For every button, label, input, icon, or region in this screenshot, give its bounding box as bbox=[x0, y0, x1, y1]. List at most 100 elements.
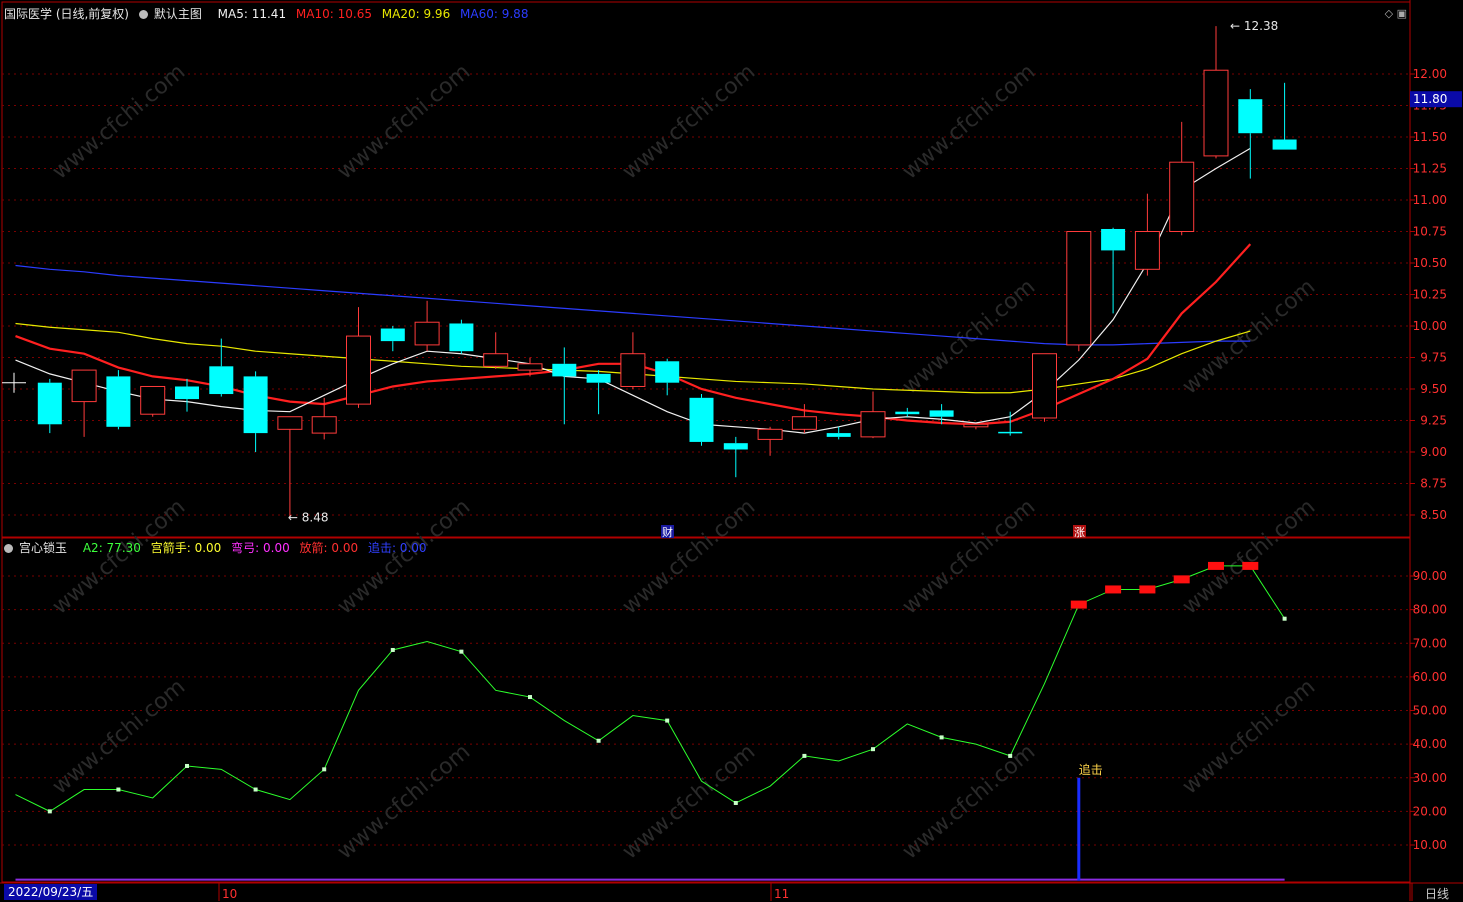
gongjianshou-label: 宫箭手: 0.00 bbox=[150, 541, 222, 555]
ma10-label: MA10: 10.65 bbox=[295, 7, 372, 21]
wangong-label: 弯弓: 0.00 bbox=[231, 541, 290, 555]
candle-body bbox=[791, 416, 817, 430]
candle-body bbox=[1066, 231, 1092, 346]
ma5-label: MA5: 11.41 bbox=[217, 7, 287, 21]
candle-body bbox=[175, 386, 199, 400]
template-label[interactable]: 默认主图 bbox=[138, 7, 208, 21]
candle-body bbox=[655, 361, 680, 383]
price-tick-label: 12.00 bbox=[1413, 67, 1447, 81]
ma5-line bbox=[15, 147, 1251, 434]
main-panel-frame bbox=[1, 1, 1411, 538]
a2-point bbox=[665, 718, 670, 723]
price-tick-label: 8.75 bbox=[1420, 477, 1447, 491]
candle-body bbox=[689, 397, 714, 442]
high-price-label: ← 12.38 bbox=[1230, 19, 1278, 33]
indicator-name[interactable]: 宫心锁玉 bbox=[4, 541, 73, 555]
candle-body bbox=[586, 373, 611, 383]
watermark-text: www.cfchi.com bbox=[333, 494, 475, 619]
indicator-tick-label: 80.00 bbox=[1413, 603, 1447, 617]
chart-toolbar: ◇ ▣ bbox=[1385, 7, 1407, 20]
price-tick-label: 11.50 bbox=[1413, 130, 1447, 144]
ma60-label: MA60: 9.88 bbox=[460, 7, 529, 21]
indicator-tick-label: 30.00 bbox=[1413, 771, 1447, 785]
price-tick-label: 9.00 bbox=[1420, 445, 1447, 459]
a2-point bbox=[47, 809, 52, 814]
low-price-label: ← 8.48 bbox=[288, 511, 329, 525]
candle-body bbox=[895, 411, 920, 415]
template-circle-icon bbox=[138, 10, 148, 19]
price-tick-label: 10.75 bbox=[1413, 225, 1447, 239]
candle-body bbox=[1272, 139, 1297, 150]
price-tick-label: 8.50 bbox=[1420, 508, 1447, 522]
timeframe-label[interactable]: 日线 bbox=[1425, 885, 1449, 902]
cai-marker: 财 bbox=[662, 525, 673, 539]
a2-point bbox=[528, 695, 532, 700]
candle-body bbox=[209, 366, 234, 395]
diamond-icon[interactable]: ◇ bbox=[1385, 7, 1393, 20]
watermark-text: www.cfchi.com bbox=[898, 274, 1040, 399]
candle-body bbox=[380, 328, 405, 342]
zhuiji-label: 追击: 0.00 bbox=[367, 541, 427, 555]
candle-body bbox=[1134, 231, 1160, 270]
fangjian-label: 放箭: 0.00 bbox=[299, 541, 359, 555]
candle-body bbox=[71, 369, 97, 403]
month-label-oct: 10 bbox=[222, 887, 237, 901]
candle-body bbox=[1238, 99, 1263, 134]
a2-point bbox=[390, 647, 395, 652]
candle-body bbox=[757, 428, 783, 440]
indicator-tick-label: 60.00 bbox=[1413, 670, 1447, 684]
indicator-tick-label: 20.00 bbox=[1413, 804, 1447, 818]
price-tick-label: 11.00 bbox=[1413, 193, 1447, 207]
fangjian-block bbox=[1208, 561, 1224, 570]
candle-body bbox=[277, 416, 303, 430]
a2-point bbox=[596, 738, 601, 743]
fangjian-block bbox=[1105, 585, 1122, 594]
candle-body bbox=[860, 411, 886, 438]
candle-body bbox=[346, 335, 371, 405]
candle-body bbox=[963, 423, 989, 428]
candle-body bbox=[998, 431, 1023, 434]
candle-body bbox=[1032, 353, 1057, 419]
candle-body bbox=[106, 376, 131, 427]
a2-point bbox=[733, 800, 738, 805]
month-label-nov: 11 bbox=[774, 887, 789, 901]
stock-title: 国际医学 (日线,前复权) bbox=[4, 7, 129, 21]
fangjian-block bbox=[1173, 575, 1190, 584]
price-tick-label: 10.00 bbox=[1413, 319, 1447, 333]
a2-label: A2: 77.30 bbox=[82, 541, 141, 555]
price-tick-label: 9.75 bbox=[1420, 351, 1447, 365]
watermark-text: www.cfchi.com bbox=[898, 494, 1040, 619]
indicator-tick-label: 70.00 bbox=[1413, 636, 1447, 650]
a2-point bbox=[802, 753, 807, 758]
candle-body bbox=[37, 382, 62, 425]
window-icon[interactable]: ▣ bbox=[1397, 7, 1407, 20]
a2-point bbox=[116, 787, 121, 792]
cursor-date-box: 2022/09/23/五 bbox=[4, 884, 98, 900]
stock-chart[interactable]: 8.50 8.75 9.00 9.25 9.50 9.75 10.00 10.25 10.50 1… bbox=[0, 0, 1463, 901]
watermark-text: www.cfchi.com bbox=[1178, 674, 1320, 799]
fangjian-block bbox=[1242, 561, 1259, 570]
price-tick-label: 9.50 bbox=[1420, 382, 1447, 396]
price-tick-label: 10.50 bbox=[1413, 256, 1447, 270]
fangjian-block bbox=[1139, 585, 1156, 594]
main-chart-header: 国际医学 (日线,前复权) 默认主图 MA5: 11.41 MA10: 10.6… bbox=[4, 6, 534, 22]
a2-point bbox=[185, 763, 189, 768]
a2-point bbox=[459, 649, 464, 654]
watermark-text: www.cfchi.com bbox=[48, 59, 190, 184]
watermark-text: www.cfchi.com bbox=[618, 59, 760, 184]
watermark-text: www.cfchi.com bbox=[898, 59, 1040, 184]
a2-point bbox=[939, 735, 944, 740]
a2-point bbox=[322, 767, 327, 772]
a2-point bbox=[1282, 616, 1287, 621]
candle-body bbox=[483, 353, 509, 367]
a2-point bbox=[871, 747, 875, 752]
candle-body bbox=[140, 385, 166, 415]
candle-body bbox=[517, 363, 543, 371]
candle-body bbox=[243, 376, 268, 434]
candle-body bbox=[620, 353, 646, 387]
candle-body bbox=[311, 416, 337, 434]
indicator-header: 宫心锁玉 A2: 77.30 宫箭手: 0.00 弯弓: 0.00 放箭: 0.… bbox=[4, 540, 433, 556]
current-price-label: 11.80 bbox=[1413, 92, 1447, 106]
indicator-tick-label: 50.00 bbox=[1413, 704, 1447, 718]
watermark-text: www.cfchi.com bbox=[48, 494, 190, 619]
